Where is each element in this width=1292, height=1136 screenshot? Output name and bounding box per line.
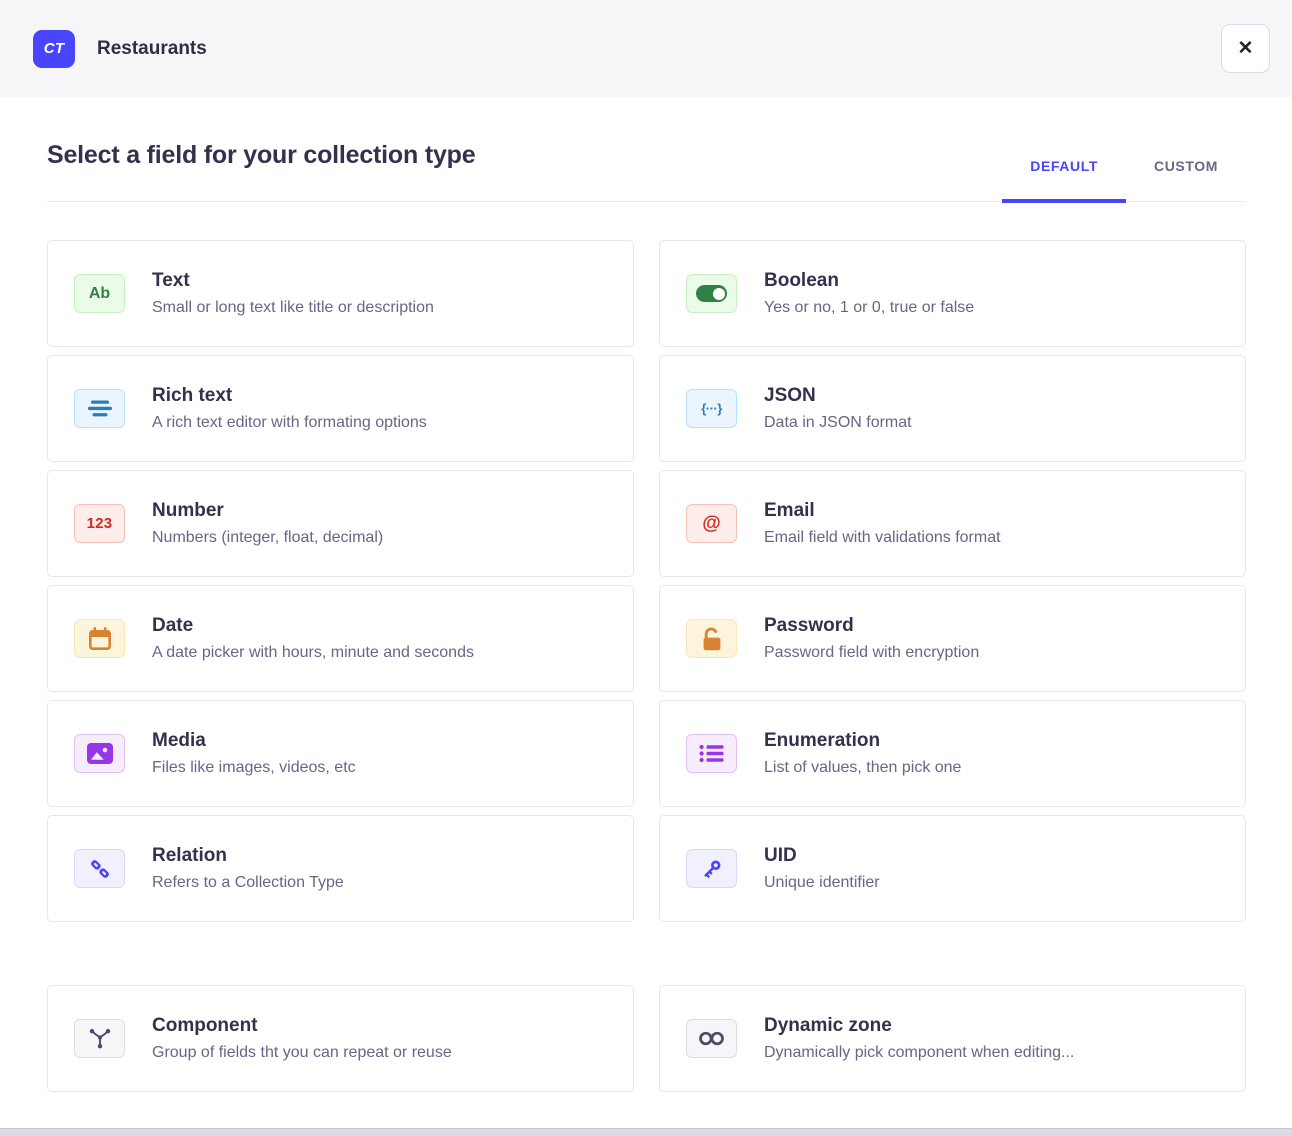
tab-bar: DEFAULT CUSTOM	[1002, 158, 1246, 201]
key-icon	[686, 849, 737, 888]
field-description: Small or long text like title or descrip…	[152, 299, 434, 317]
tab-default[interactable]: DEFAULT	[1002, 158, 1126, 203]
close-button[interactable]: ✕	[1221, 24, 1270, 73]
at-glyph: @	[702, 513, 721, 535]
boolean-toggle-icon	[686, 274, 737, 313]
infinity-icon	[686, 1019, 737, 1058]
number-glyph: 123	[87, 515, 113, 532]
field-title: Relation	[152, 845, 344, 867]
field-card-text[interactable]: Ab Text Small or long text like title or…	[47, 240, 634, 347]
field-title: Media	[152, 730, 356, 752]
field-card-media[interactable]: Media Files like images, videos, etc	[47, 700, 634, 807]
field-title: Date	[152, 615, 474, 637]
field-title: UID	[764, 845, 880, 867]
bottom-edge-bar	[0, 1128, 1292, 1136]
field-description: Yes or no, 1 or 0, true or false	[764, 299, 974, 317]
field-card-json[interactable]: {···} JSON Data in JSON format	[659, 355, 1246, 462]
text-ab-icon: Ab	[74, 274, 125, 313]
field-title: Password	[764, 615, 979, 637]
field-card-boolean[interactable]: Boolean Yes or no, 1 or 0, true or false	[659, 240, 1246, 347]
field-card-date[interactable]: Date A date picker with hours, minute an…	[47, 585, 634, 692]
field-title: Dynamic zone	[764, 1015, 1074, 1037]
padlock-icon	[686, 619, 737, 658]
field-card-dynamic-zone[interactable]: Dynamic zone Dynamically pick component …	[659, 985, 1246, 1092]
content-type-title: Restaurants	[97, 38, 207, 60]
molecule-icon	[74, 1019, 125, 1058]
field-title: Rich text	[152, 385, 427, 407]
field-description: A date picker with hours, minute and sec…	[152, 644, 474, 662]
modal-header: CT Restaurants ✕	[0, 0, 1292, 97]
ab-glyph: Ab	[89, 285, 110, 303]
toggle-glyph	[696, 285, 727, 302]
title-row: Select a field for your collection type …	[47, 141, 1246, 202]
field-title: Email	[764, 500, 1001, 522]
field-grid: Ab Text Small or long text like title or…	[47, 240, 1246, 922]
field-description: List of values, then pick one	[764, 759, 961, 777]
json-braces-icon: {···}	[686, 389, 737, 428]
field-title: JSON	[764, 385, 912, 407]
field-description: A rich text editor with formating option…	[152, 414, 427, 432]
field-card-email[interactable]: @ Email Email field with validations for…	[659, 470, 1246, 577]
field-title: Component	[152, 1015, 452, 1037]
image-icon	[74, 734, 125, 773]
field-card-relation[interactable]: Relation Refers to a Collection Type	[47, 815, 634, 922]
modal-content: Select a field for your collection type …	[0, 97, 1292, 1092]
field-title: Boolean	[764, 270, 974, 292]
bullet-list-icon	[686, 734, 737, 773]
field-card-number[interactable]: 123 Number Numbers (integer, float, deci…	[47, 470, 634, 577]
field-description: Email field with validations format	[764, 529, 1001, 547]
field-description: Dynamically pick component when editing.…	[764, 1044, 1074, 1062]
email-at-icon: @	[686, 504, 737, 543]
chain-link-icon	[74, 849, 125, 888]
field-card-password[interactable]: Password Password field with encryption	[659, 585, 1246, 692]
field-card-enumeration[interactable]: Enumeration List of values, then pick on…	[659, 700, 1246, 807]
content-type-badge: CT	[33, 30, 75, 68]
field-description: Unique identifier	[764, 874, 880, 892]
field-description: Numbers (integer, float, decimal)	[152, 529, 383, 547]
close-icon: ✕	[1238, 37, 1254, 60]
field-description: Data in JSON format	[764, 414, 912, 432]
rich-text-lines-icon	[74, 389, 125, 428]
advanced-field-grid: Component Group of fields tht you can re…	[47, 985, 1246, 1092]
field-description: Refers to a Collection Type	[152, 874, 344, 892]
tab-custom[interactable]: CUSTOM	[1126, 158, 1246, 203]
field-card-rich-text[interactable]: Rich text A rich text editor with format…	[47, 355, 634, 462]
field-title: Text	[152, 270, 434, 292]
field-description: Group of fields tht you can repeat or re…	[152, 1044, 452, 1062]
field-card-uid[interactable]: UID Unique identifier	[659, 815, 1246, 922]
page-title: Select a field for your collection type	[47, 141, 475, 170]
field-title: Enumeration	[764, 730, 961, 752]
braces-glyph: {···}	[701, 401, 722, 416]
number-123-icon: 123	[74, 504, 125, 543]
calendar-icon	[74, 619, 125, 658]
field-card-component[interactable]: Component Group of fields tht you can re…	[47, 985, 634, 1092]
field-title: Number	[152, 500, 383, 522]
field-description: Password field with encryption	[764, 644, 979, 662]
field-description: Files like images, videos, etc	[152, 759, 356, 777]
